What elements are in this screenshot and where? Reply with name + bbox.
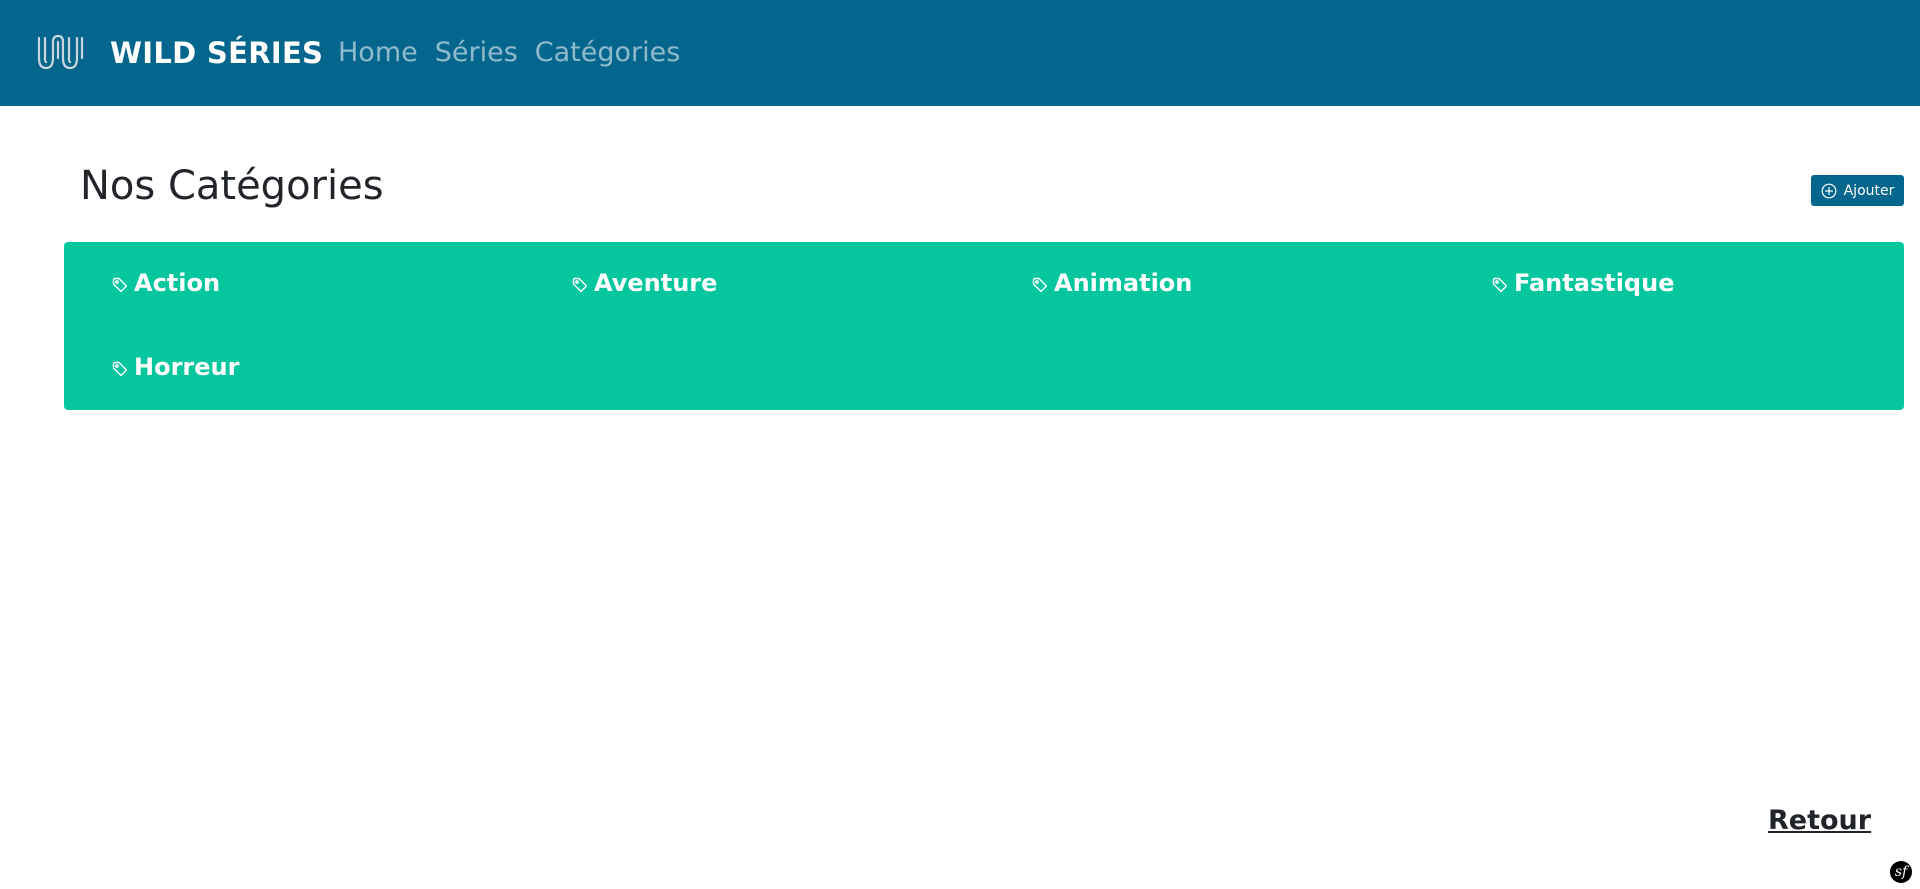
plus-circle-icon	[1821, 183, 1837, 198]
back-link[interactable]: Retour	[1768, 803, 1871, 839]
category-label: Action	[134, 269, 221, 297]
categories-panel: Action Aventure Animation Fantastique Ho…	[64, 242, 1904, 410]
category-link-horreur[interactable]: Horreur	[112, 350, 572, 434]
category-label: Horreur	[134, 353, 240, 381]
tag-icon	[572, 277, 588, 293]
wild-logo-icon[interactable]	[36, 34, 84, 72]
tag-icon	[1032, 277, 1048, 293]
main-nav: Home Séries Catégories	[338, 34, 697, 72]
symfony-icon[interactable]: sf	[1890, 861, 1912, 883]
add-button-label: Ajouter	[1843, 182, 1895, 199]
category-label: Animation	[1054, 269, 1193, 297]
category-link-animation[interactable]: Animation	[1032, 266, 1492, 350]
category-label: Fantastique	[1514, 269, 1675, 297]
tag-icon	[112, 361, 128, 377]
navbar: WILD SÉRIES Home Séries Catégories	[0, 0, 1920, 106]
category-label: Aventure	[594, 269, 718, 297]
category-link-aventure[interactable]: Aventure	[572, 266, 1032, 350]
tag-icon	[112, 277, 128, 293]
nav-link-home[interactable]: Home	[338, 34, 418, 72]
add-category-button[interactable]: Ajouter	[1811, 175, 1904, 206]
category-link-fantastique[interactable]: Fantastique	[1492, 266, 1920, 350]
tag-icon	[1492, 277, 1508, 293]
category-link-action[interactable]: Action	[112, 266, 572, 350]
brand-link[interactable]: WILD SÉRIES	[110, 34, 323, 72]
page-title: Nos Catégories	[80, 163, 384, 209]
nav-link-categories[interactable]: Catégories	[535, 34, 681, 72]
nav-link-series[interactable]: Séries	[435, 34, 518, 72]
categories-grid: Action Aventure Animation Fantastique Ho…	[112, 266, 1920, 434]
